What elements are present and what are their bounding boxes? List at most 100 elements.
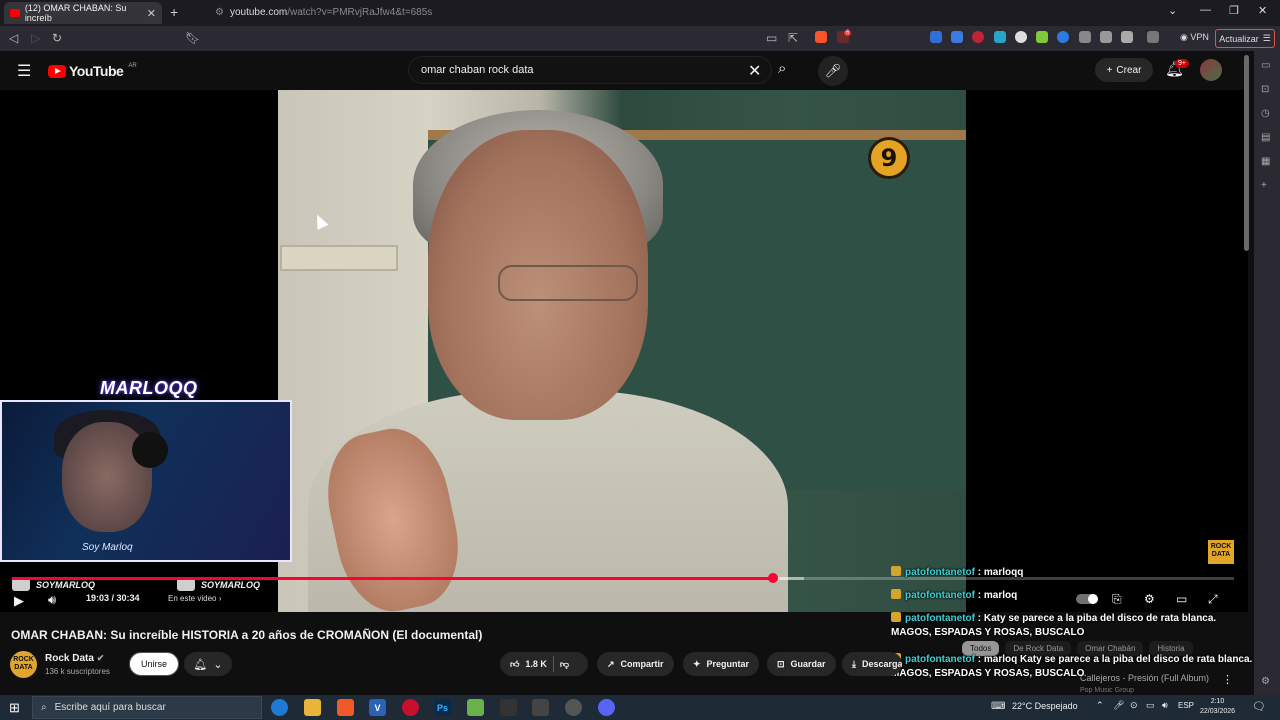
extension-4-icon[interactable] bbox=[994, 31, 1006, 43]
extension-1-icon[interactable] bbox=[930, 31, 942, 43]
media-icon[interactable] bbox=[1100, 31, 1112, 43]
share-page-icon[interactable]: ⇱ bbox=[788, 31, 798, 45]
browser-tab[interactable]: (12) OMAR CHABAN: Su increíb ✕ bbox=[4, 2, 162, 24]
webcam-overlay: Soy Marloq bbox=[0, 400, 292, 562]
chat-username: patofontanetof bbox=[905, 654, 975, 665]
ask-button[interactable]: ✦ Preguntar bbox=[683, 652, 760, 676]
update-label: Actualizar bbox=[1219, 33, 1259, 44]
back-icon[interactable]: ◁ bbox=[9, 31, 18, 45]
taskbar-clock[interactable]: 2:10 22/03/2026 bbox=[1200, 697, 1235, 717]
sidebar-reading-icon[interactable]: ▭ bbox=[1261, 60, 1270, 71]
sidebar-notes-icon[interactable]: ▤ bbox=[1261, 132, 1270, 143]
bell-icon: 🔔︎ bbox=[193, 658, 208, 671]
hamburger-menu-icon[interactable]: ☰ bbox=[17, 61, 31, 81]
chat-username: patofontanetof bbox=[905, 613, 975, 624]
app-icon-6[interactable] bbox=[467, 699, 484, 716]
windows-start-icon[interactable]: ⊞ bbox=[9, 700, 20, 716]
recommended-video-channel: Pop Music Group bbox=[1080, 687, 1135, 694]
keyboard-icon[interactable]: ⌨ bbox=[991, 701, 1005, 712]
new-tab-icon[interactable]: + bbox=[170, 4, 178, 20]
extension-7-icon[interactable] bbox=[1057, 31, 1069, 43]
create-label: Crear bbox=[1116, 64, 1142, 76]
thumbs-up-icon[interactable]: 👍︎ bbox=[510, 659, 519, 670]
search-input[interactable]: omar chaban rock data bbox=[408, 56, 772, 84]
network-icon[interactable]: ▭ bbox=[1146, 700, 1155, 711]
clear-search-icon[interactable]: ✕ bbox=[748, 61, 761, 81]
tray-chevron-up-icon[interactable]: ⌃ bbox=[1096, 700, 1104, 711]
app-icon-7[interactable] bbox=[500, 699, 517, 716]
cast-icon[interactable]: ▭ bbox=[766, 31, 777, 45]
notification-center-icon[interactable]: 🗨︎ bbox=[1252, 700, 1266, 713]
sidebar-history-icon[interactable]: ◷ bbox=[1261, 108, 1270, 119]
photoshop-app-icon[interactable]: Ps bbox=[434, 699, 451, 716]
speaker-icon[interactable]: 🔊︎ bbox=[1162, 700, 1168, 711]
join-button[interactable]: Unirse bbox=[129, 652, 179, 676]
edge-app-icon[interactable] bbox=[271, 699, 288, 716]
opera-app-icon[interactable] bbox=[402, 699, 419, 716]
plus-icon: + bbox=[1106, 64, 1113, 76]
taskbar-search-field[interactable]: ⌕ Escribe aquí para buscar bbox=[32, 696, 262, 719]
chapter-button[interactable]: En este video › bbox=[168, 594, 221, 603]
app-icon-9[interactable] bbox=[565, 699, 582, 716]
search-icon[interactable]: ⌕ bbox=[778, 60, 786, 77]
vpn-button[interactable]: ◉ VPN bbox=[1180, 32, 1209, 43]
extension-5-icon[interactable] bbox=[1015, 31, 1027, 43]
vegas-app-icon[interactable]: V bbox=[369, 699, 386, 716]
page-scrollbar[interactable] bbox=[1244, 55, 1249, 251]
chat-message: patofontanetof : marloq bbox=[891, 589, 1251, 603]
sidebar-panel-icon[interactable]: ▦ bbox=[1261, 156, 1270, 167]
close-window-icon[interactable]: ✕ bbox=[1258, 4, 1267, 17]
reload-icon[interactable]: ↻ bbox=[52, 31, 62, 45]
tray-app-icon[interactable]: ⊙ bbox=[1130, 700, 1138, 711]
voice-search-button[interactable]: 🎤︎ bbox=[818, 56, 848, 86]
like-dislike-button[interactable]: 👍︎ 1.8 K 👎︎ bbox=[500, 652, 588, 676]
extension-6-icon[interactable] bbox=[1036, 31, 1048, 43]
like-count: 1.8 K bbox=[525, 659, 547, 669]
thumbs-down-icon[interactable]: 👎︎ bbox=[560, 659, 569, 670]
language-indicator[interactable]: ESP bbox=[1178, 701, 1194, 710]
bookmark-icon[interactable]: 🔖︎ bbox=[185, 31, 200, 45]
play-icon[interactable]: ▶ bbox=[14, 593, 24, 609]
chat-badge-icon bbox=[891, 589, 901, 599]
save-button[interactable]: ⊡ Guardar bbox=[767, 652, 836, 676]
brave-app-icon[interactable] bbox=[337, 699, 354, 716]
join-label: Unirse bbox=[140, 659, 167, 669]
tab-list-chevron-icon[interactable]: ⌄ bbox=[1168, 4, 1177, 17]
extension-2-icon[interactable] bbox=[951, 31, 963, 43]
channel-name[interactable]: Rock Data ✔ bbox=[45, 653, 104, 664]
sidebar-add-icon[interactable]: + bbox=[1261, 180, 1267, 191]
maximize-icon[interactable]: ❐ bbox=[1229, 4, 1239, 17]
discord-app-icon[interactable] bbox=[598, 699, 615, 716]
youtube-play-icon bbox=[48, 64, 66, 78]
create-button[interactable]: + Crear bbox=[1095, 58, 1153, 82]
sidebar-bookmarks-icon[interactable]: ⊡ bbox=[1261, 84, 1269, 95]
channel-avatar[interactable]: ROCK DATA bbox=[10, 651, 37, 678]
weather-widget[interactable]: 22°C Despejado bbox=[1012, 701, 1078, 711]
site-settings-icon[interactable]: ⚙ bbox=[215, 7, 224, 18]
close-tab-icon[interactable]: ✕ bbox=[147, 7, 156, 20]
minimize-icon[interactable]: — bbox=[1200, 4, 1211, 16]
youtube-logo[interactable]: YouTube AR bbox=[48, 63, 137, 79]
wallet-icon[interactable] bbox=[1147, 31, 1159, 43]
sidebar-settings-icon[interactable]: ⚙ bbox=[1261, 676, 1270, 687]
url-field[interactable]: ⚙ youtube.com/watch?v=PMRvjRaJfw4&t=685s bbox=[205, 3, 805, 22]
volume-icon[interactable]: 🔊︎ bbox=[48, 592, 56, 608]
streamer-signature: Soy Marloq bbox=[82, 542, 133, 553]
microphone-tray-icon[interactable]: 🎤︎ bbox=[1113, 700, 1124, 711]
divider bbox=[552, 656, 554, 672]
brave-shield-icon[interactable] bbox=[815, 31, 827, 43]
extension-3-icon[interactable] bbox=[972, 31, 984, 43]
forward-icon[interactable]: ▷ bbox=[31, 31, 40, 45]
share-button[interactable]: ↗ Compartir bbox=[597, 652, 674, 676]
account-avatar[interactable] bbox=[1200, 59, 1222, 81]
file-explorer-icon[interactable] bbox=[304, 699, 321, 716]
sidebar-toggle-icon[interactable] bbox=[1121, 31, 1133, 43]
chat-username: patofontanetof bbox=[905, 590, 975, 601]
download-button[interactable]: ⤓ Descargar bbox=[842, 652, 902, 676]
subscribed-bell-button[interactable]: 🔔︎ ⌄ bbox=[184, 652, 232, 676]
verified-check-icon: ✔ bbox=[96, 653, 105, 663]
video-frame[interactable]: 9 bbox=[278, 90, 966, 612]
app-icon-8[interactable] bbox=[532, 699, 549, 716]
update-button[interactable]: Actualizar ☰ bbox=[1215, 29, 1275, 48]
extensions-puzzle-icon[interactable] bbox=[1079, 31, 1091, 43]
